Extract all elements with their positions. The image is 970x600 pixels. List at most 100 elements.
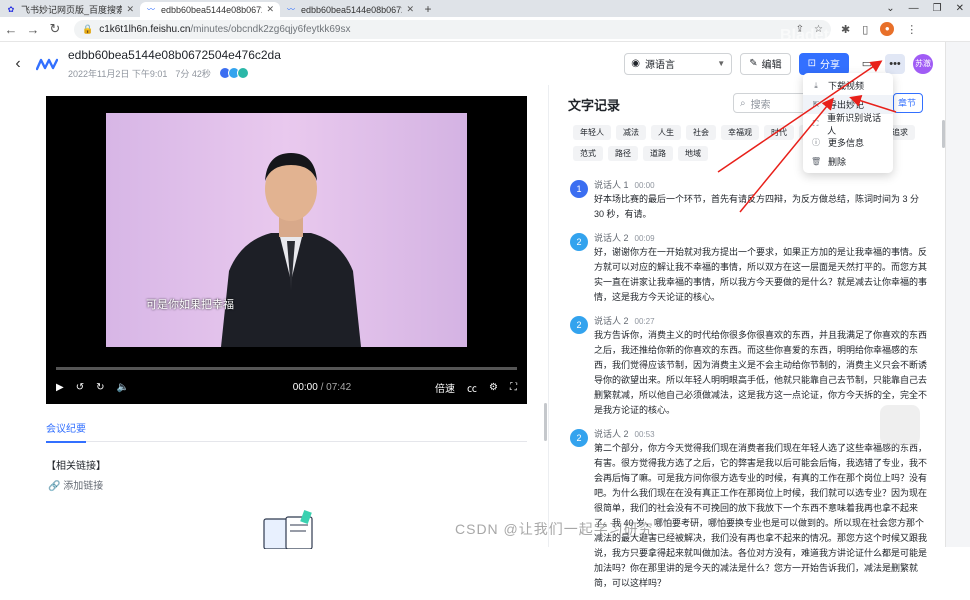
share-button[interactable]: ⊡ 分享 — [798, 52, 849, 75]
avatar — [236, 67, 249, 79]
language-select-value: 源语言 — [644, 60, 675, 71]
browser-extensions: ✱ ▯ ● ⋮ — [841, 22, 917, 36]
keyword-tag[interactable]: 范式 — [573, 146, 603, 161]
segment-text[interactable]: 我方告诉你，消费主义的时代给你很多你很喜欢的东西，并且我满足了你喜欢的东西之后，… — [594, 328, 930, 418]
feishu-minutes-logo-icon — [35, 57, 59, 71]
url-field[interactable]: 🔒 c1k6t1lh6n.feishu.cn /minutes/obcndk2z… — [74, 19, 831, 39]
video-frame: 可是你如果把幸福 — [106, 113, 467, 347]
transcript-search-input[interactable]: ⌕ 搜索 — [733, 93, 813, 113]
browser-tab-minutes-active[interactable]: 〰 edbb60bea5144e08b06725046 ✕ — [140, 2, 280, 17]
chapter-button[interactable]: 章节段 — [893, 93, 923, 113]
transcript-segment[interactable]: 2 说话人 2 00:27 我方告诉你，消费主义的时代给你很多你很喜欢的东西，并且我满… — [570, 314, 930, 418]
menu-item-reidentify[interactable]: ⛶ 重新识别说话人 — [803, 113, 893, 136]
keyword-tag[interactable]: 路径 — [608, 146, 638, 161]
reload-icon[interactable]: ↻ — [44, 21, 66, 37]
segment-text[interactable]: 好本场比赛的最后一个环节，首先有请反方四辩，为反方做总结，陈词时间为 3 分 3… — [594, 192, 930, 222]
keyword-tag[interactable]: 人生 — [651, 125, 681, 140]
present-screen-icon[interactable]: ▭ — [857, 54, 877, 74]
video-player[interactable]: 可是你如果把幸福 ▶ ↺ ↻ 🔈 00:00 / 07:42 倍速 ㏄ ⚙ ⛶ — [46, 96, 527, 404]
transcript-segment[interactable]: 2 说话人 2 00:09 好，谢谢你方在一开始就对我方提出一个要求，如果正方加的是让… — [570, 231, 930, 305]
profile-avatar[interactable]: ● — [880, 22, 895, 36]
segment-timestamp[interactable]: 00:00 — [635, 181, 655, 190]
chevron-down-icon[interactable]: ⌄ — [886, 3, 894, 14]
browser-tab-title: edbb60bea5144e08b0672504 — [301, 4, 402, 15]
speaker-name[interactable]: 说话人 2 — [594, 316, 629, 326]
forward-arrow-icon[interactable]: → — [22, 22, 44, 37]
trash-icon: 🗑 — [811, 157, 822, 166]
more-options-icon[interactable]: ••• — [885, 53, 905, 74]
pencil-icon: ✎ — [749, 58, 758, 69]
speaker-avatar[interactable]: 2 — [570, 429, 588, 447]
participant-avatars[interactable] — [218, 67, 249, 79]
segment-timestamp[interactable]: 00:09 — [635, 234, 655, 243]
close-tab-icon[interactable]: ✕ — [406, 4, 414, 15]
add-link-button[interactable]: 🔗 添加链接 — [48, 477, 103, 492]
edit-button[interactable]: ✎ 编辑 — [740, 52, 791, 75]
segment-timestamp[interactable]: 00:53 — [635, 430, 655, 439]
video-controls: ▶ ↺ ↻ 🔈 00:00 / 07:42 倍速 ㏄ ⚙ ⛶ — [46, 358, 527, 404]
more-options-menu: ⤓ 下载视频 ⇱ 导出妙记 ⛶ 重新识别说话人 ⓘ 更多信息 🗑 删除 — [803, 73, 893, 173]
language-select[interactable]: ◉ 源语言 ▼ — [624, 52, 733, 75]
user-avatar[interactable]: 苏澈 — [913, 53, 933, 74]
menu-item-label: 更多信息 — [828, 138, 865, 148]
transcript-segment[interactable]: 2 说话人 2 00:53 第二个部分，你方今天觉得我们现在消费者我们现在年轻人选了这… — [570, 427, 930, 591]
browser-tab-title: edbb60bea5144e08b06725046 — [161, 4, 262, 15]
watermark-badge — [880, 405, 920, 445]
search-placeholder: 搜索 — [750, 99, 771, 111]
speaker-name[interactable]: 说话人 2 — [594, 429, 629, 439]
left-panel: 可是你如果把幸福 ▶ ↺ ↻ 🔈 00:00 / 07:42 倍速 ㏄ ⚙ ⛶ … — [0, 85, 548, 549]
link-icon: 🔗 — [48, 481, 61, 492]
menu-item-download-video[interactable]: ⤓ 下载视频 — [803, 76, 893, 95]
transcript-segment[interactable]: 1 说话人 1 00:00 好本场比赛的最后一个环节，首先有请反方四辩，为反方做总结，… — [570, 178, 930, 222]
play-icon[interactable]: ▶ — [56, 382, 64, 393]
segment-text[interactable]: 第二个部分，你方今天觉得我们现在消费者我们现在年轻人选了这些幸福感的东西，有害。… — [594, 441, 930, 591]
window-controls: ⌄ — ❐ ✕ — [886, 0, 964, 17]
rewind-15-icon[interactable]: ↺ — [76, 382, 84, 393]
browser-tab-strip: ✿ 飞书妙记网页版_百度搜索 ✕ 〰 edbb60bea5144e08b0672… — [0, 0, 970, 17]
keyword-tag[interactable]: 地域 — [678, 146, 708, 161]
sidebar-toggle-icon[interactable]: ▯ — [862, 23, 868, 36]
keyword-tag[interactable]: 时代 — [764, 125, 794, 140]
document-info: edbb60bea5144e08b0672504e476c2da 2022年11… — [68, 48, 281, 80]
speaker-avatar[interactable]: 2 — [570, 316, 588, 334]
fullscreen-icon[interactable]: ⛶ — [510, 382, 517, 393]
notes-tabs: 会议纪要 — [46, 420, 527, 443]
speaker-avatar[interactable]: 1 — [570, 180, 588, 198]
back-chevron-icon[interactable]: ‹ — [0, 55, 36, 73]
segment-text[interactable]: 好，谢谢你方在一开始就对我方提出一个要求，如果正方加的是让我幸福的事情。反方就可… — [594, 245, 930, 305]
speaker-name[interactable]: 说话人 2 — [594, 233, 629, 243]
segment-timestamp[interactable]: 00:27 — [635, 317, 655, 326]
left-scrollbar[interactable] — [544, 403, 547, 441]
back-arrow-icon[interactable]: ← — [0, 22, 22, 37]
browser-tab-title: 飞书妙记网页版_百度搜索 — [21, 5, 123, 15]
close-window-icon[interactable]: ✕ — [956, 3, 964, 14]
browser-menu-icon[interactable]: ⋮ — [906, 23, 917, 36]
minimize-icon[interactable]: — — [909, 3, 919, 14]
browser-tab-baidu[interactable]: ✿ 飞书妙记网页版_百度搜索 ✕ — [0, 2, 140, 17]
new-tab-icon[interactable]: + — [420, 2, 436, 17]
close-tab-icon[interactable]: ✕ — [266, 4, 274, 15]
video-time: 00:00 / 07:42 — [293, 382, 351, 393]
tab-meeting-notes[interactable]: 会议纪要 — [46, 420, 86, 443]
captions-icon[interactable]: ㏄ — [467, 380, 477, 395]
menu-item-delete[interactable]: 🗑 删除 — [803, 152, 893, 171]
keyword-tag[interactable]: 幸福观 — [721, 125, 759, 140]
speaker-name[interactable]: 说话人 1 — [594, 180, 629, 190]
restore-icon[interactable]: ❐ — [933, 3, 942, 14]
keyword-tag[interactable]: 社会 — [686, 125, 716, 140]
speaker-avatar[interactable]: 2 — [570, 233, 588, 251]
keyword-tag[interactable]: 减法 — [616, 125, 646, 140]
volume-icon[interactable]: 🔈 — [116, 382, 128, 393]
forward-15-icon[interactable]: ↻ — [96, 382, 104, 393]
video-progress-bar[interactable] — [56, 367, 517, 370]
video-subtitle: 可是你如果把幸福 — [146, 299, 234, 311]
keyword-tag[interactable]: 道路 — [643, 146, 673, 161]
browser-tab-minutes-2[interactable]: 〰 edbb60bea5144e08b0672504 ✕ — [280, 2, 420, 17]
settings-gear-icon[interactable]: ⚙ — [489, 382, 498, 393]
extensions-puzzle-icon[interactable]: ✱ — [841, 23, 850, 36]
share-label: 分享 — [820, 60, 840, 71]
keyword-tag[interactable]: 年轻人 — [573, 125, 611, 140]
playback-speed-button[interactable]: 倍速 — [435, 380, 455, 395]
doc-date: 2022年11月2日 下午9:01 — [68, 68, 168, 79]
close-tab-icon[interactable]: ✕ — [126, 4, 134, 15]
